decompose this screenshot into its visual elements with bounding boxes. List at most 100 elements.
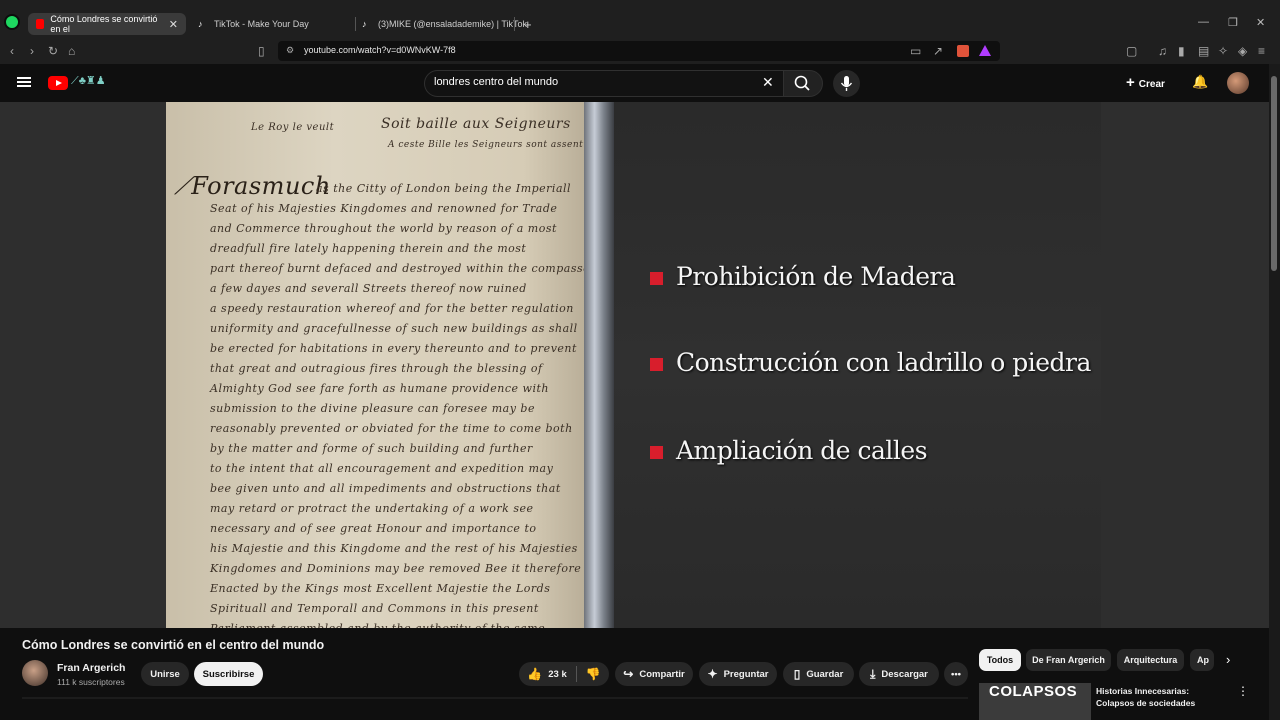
chip-label: Ap [1197, 655, 1209, 665]
save-button[interactable]: ▯ Guardar [783, 662, 854, 686]
video-title: Cómo Londres se convirtió en el centro d… [22, 638, 325, 652]
forward-icon[interactable]: › [30, 44, 34, 58]
chip-all[interactable]: Todos [979, 649, 1021, 671]
download-label: Descargar [881, 668, 928, 680]
restore-icon[interactable]: ❐ [1228, 16, 1238, 29]
search-button[interactable] [783, 70, 823, 97]
url-text: youtube.com/watch?v=d0WNvKW-7f8 [304, 45, 456, 55]
channel-name[interactable]: Fran Argerich [57, 662, 125, 674]
slide-bullet: Ampliación de calles [676, 436, 928, 465]
bookmark-icon[interactable]: ▯ [258, 44, 265, 58]
subscribe-label: Suscribirse [202, 668, 255, 680]
vpn-icon[interactable]: ◈ [1238, 44, 1247, 58]
like-dislike-group: 👍 23 k 👎 [519, 662, 609, 686]
thumbnail-text: COLAPSOS [989, 683, 1078, 700]
user-avatar[interactable] [1227, 72, 1249, 94]
video-player[interactable]: Le Roy le veult Soit baille aux Seigneur… [166, 102, 1101, 628]
ai-icon[interactable]: ✧ [1218, 44, 1228, 58]
recommendation-title[interactable]: Historias Innecesarias: Colapsos de soci… [1096, 685, 1226, 709]
share-icon[interactable]: ↗ [933, 44, 943, 58]
hamburger-menu-icon[interactable] [17, 77, 31, 87]
divider [575, 666, 577, 682]
brave-shield-icon[interactable] [957, 45, 969, 57]
wallet-icon[interactable]: ▤ [1198, 44, 1209, 58]
tab-title: Cómo Londres se convirtió en el [50, 14, 158, 34]
chip-partial[interactable]: Ap [1190, 649, 1214, 671]
microphone-icon [840, 76, 853, 91]
download-button[interactable]: ⤓ Descargar [859, 662, 939, 686]
search-query: londres centro del mundo [434, 76, 559, 88]
spotify-icon[interactable] [4, 14, 20, 30]
bullet-marker [650, 446, 663, 459]
join-label: Unirse [150, 668, 180, 680]
join-button[interactable]: Unirse [141, 662, 189, 686]
recommendation-thumbnail[interactable]: COLAPSOS [979, 683, 1091, 720]
share-label: Compartir [639, 668, 685, 680]
close-window-icon[interactable]: ✕ [1256, 16, 1265, 29]
youtube-logo[interactable] [48, 76, 68, 90]
home-icon[interactable]: ⌂ [68, 44, 75, 58]
sparkle-icon: ✦ [707, 667, 718, 681]
download-icon: ⤓ [870, 666, 876, 681]
browser-menu-icon[interactable]: ≡ [1258, 44, 1265, 58]
slide-bullet: Construcción con ladrillo o piedra [676, 348, 1091, 377]
music-icon[interactable]: ♫ [1158, 44, 1167, 58]
like-count: 23 k [548, 668, 567, 680]
doodle-icon[interactable]: ⟋♣♜♟ [71, 74, 106, 88]
reload-icon[interactable]: ↻ [48, 44, 58, 58]
tab-divider [355, 17, 356, 31]
create-button[interactable]: + Crear [1126, 74, 1165, 91]
reader-icon[interactable]: ▮ [1178, 44, 1185, 58]
channel-avatar[interactable] [22, 660, 48, 686]
description-box-edge [22, 697, 968, 720]
site-info-icon[interactable]: ⚙ [286, 45, 294, 56]
chip-channel[interactable]: De Fran Argerich [1026, 649, 1111, 671]
tab-tiktok-profile[interactable]: ♪ (3)MIKE (@ensaladademike) | TikTok [362, 13, 527, 35]
new-tab-button[interactable]: + [524, 13, 532, 35]
plus-icon: + [1126, 74, 1135, 91]
share-button[interactable]: ↪ Compartir [615, 662, 693, 686]
tiktok-icon: ♪ [362, 19, 367, 29]
player-side-right [1101, 102, 1269, 628]
chip-label: Todos [986, 655, 1014, 665]
close-icon[interactable]: ✕ [169, 18, 178, 31]
chip-architecture[interactable]: Arquitectura [1117, 649, 1184, 671]
tab-tiktok[interactable]: ♪ TikTok - Make Your Day [198, 13, 309, 35]
brave-rewards-icon[interactable] [979, 45, 991, 56]
manuscript-image: Le Roy le veult Soit baille aux Seigneur… [166, 102, 586, 628]
notifications-bell-icon[interactable]: 🔔 [1192, 74, 1208, 90]
more-vertical-icon[interactable]: ⋮ [1237, 684, 1249, 698]
chip-label: De Fran Argerich [1032, 655, 1105, 665]
chevron-right-icon[interactable]: › [1226, 652, 1230, 667]
browser-tab-bar [0, 0, 1280, 40]
voice-search-button[interactable] [833, 70, 860, 97]
bookmark-icon: ▯ [793, 667, 801, 681]
youtube-icon [36, 19, 45, 29]
clear-search-icon[interactable]: ✕ [762, 74, 774, 91]
bullet-marker [650, 358, 663, 371]
scrollbar-thumb[interactable] [1271, 76, 1277, 271]
dislike-icon[interactable]: 👎 [586, 667, 601, 681]
subscribe-button[interactable]: Suscribirse [194, 662, 263, 686]
chip-label: Arquitectura [1123, 655, 1178, 665]
sidebar-icon[interactable]: ▢ [1126, 44, 1137, 58]
ask-button[interactable]: ✦ Preguntar [699, 662, 777, 686]
tab-youtube[interactable]: Cómo Londres se convirtió en el ✕ [28, 13, 186, 35]
share-icon: ↪ [623, 667, 634, 681]
tab-title: TikTok - Make Your Day [214, 19, 309, 29]
slide-bullet: Prohibición de Madera [676, 262, 956, 291]
slide-panel: Prohibición de Madera Construcción con l… [614, 102, 1101, 628]
subscriber-count: 111 k suscriptores [57, 677, 125, 687]
back-icon[interactable]: ‹ [10, 44, 14, 58]
create-label: Crear [1138, 79, 1165, 90]
more-actions-button[interactable]: ••• [944, 662, 968, 686]
like-icon[interactable]: 👍 [527, 667, 542, 681]
player-side-left [0, 102, 166, 628]
book-spine [584, 102, 614, 628]
minimize-icon[interactable]: — [1198, 16, 1209, 28]
bullet-marker [650, 272, 663, 285]
tiktok-icon: ♪ [198, 19, 203, 29]
save-label: Guardar [806, 668, 844, 680]
search-icon [794, 75, 810, 91]
cast-icon[interactable]: ▭ [910, 44, 921, 58]
